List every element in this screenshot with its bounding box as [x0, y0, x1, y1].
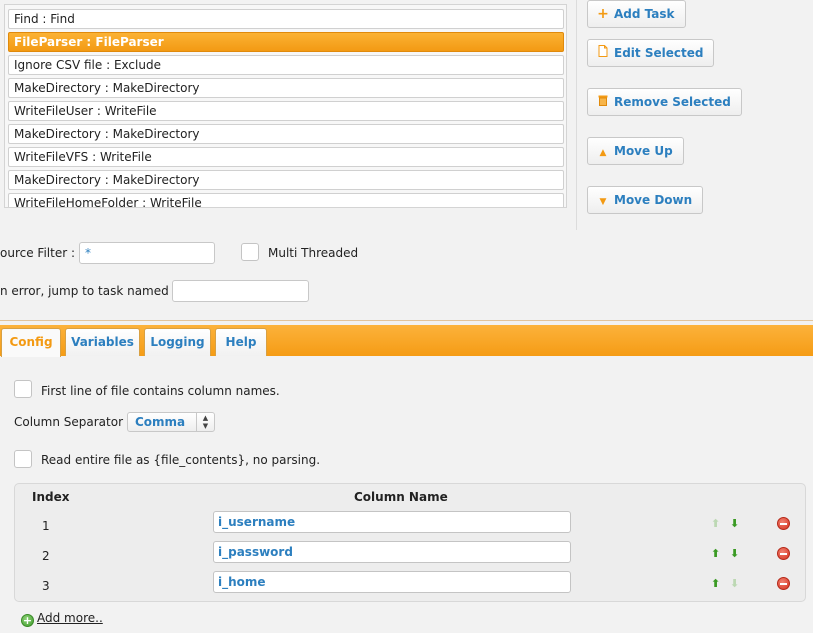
arrow-up-icon: ⬆ — [711, 517, 721, 530]
edit-selected-button[interactable]: Edit Selected — [587, 39, 715, 67]
task-item[interactable]: Ignore CSV file : Exclude — [8, 55, 564, 75]
tab-config[interactable]: Config — [1, 328, 61, 357]
move-up-button[interactable]: ▲ Move Up — [587, 137, 684, 165]
arrow-up-icon[interactable]: ⬆ — [711, 577, 720, 590]
task-item[interactable]: MakeDirectory : MakeDirectory — [8, 124, 564, 144]
add-more-link[interactable]: + Add more.. — [21, 611, 103, 627]
remove-selected-label: Remove Selected — [614, 95, 731, 109]
on-error-task-input[interactable] — [172, 280, 309, 302]
task-item[interactable]: MakeDirectory : MakeDirectory — [8, 170, 564, 190]
row-index: 3 — [42, 579, 50, 593]
read-entire-file-checkbox[interactable] — [14, 450, 32, 468]
multi-threaded-checkbox[interactable] — [241, 243, 259, 261]
arrow-down-icon[interactable]: ⬇ — [730, 517, 739, 530]
task-item[interactable]: WriteFileVFS : WriteFile — [8, 147, 564, 167]
delete-icon[interactable] — [777, 517, 790, 530]
column-name-header: Column Name — [354, 490, 448, 504]
read-entire-file-label: Read entire file as {file_contents}, no … — [41, 453, 321, 467]
task-item-selected[interactable]: FileParser : FileParser — [8, 32, 564, 52]
task-item[interactable]: MakeDirectory : MakeDirectory — [8, 78, 564, 98]
divider — [576, 0, 577, 230]
column-separator-label: Column Separator : — [14, 415, 131, 429]
tab-bar: Config Variables Logging Help — [0, 325, 813, 357]
move-down-label: Move Down — [614, 193, 693, 207]
remove-selected-button[interactable]: Remove Selected — [587, 88, 742, 116]
source-filter-label: ource Filter : — [0, 246, 75, 260]
multi-threaded-label: Multi Threaded — [268, 246, 359, 260]
add-task-button[interactable]: + Add Task — [587, 0, 686, 28]
column-name-input[interactable]: i_home — [213, 571, 571, 593]
delete-icon[interactable] — [777, 577, 790, 590]
edit-icon — [596, 40, 610, 66]
column-name-input[interactable]: i_username — [213, 511, 571, 533]
first-line-names-label: First line of file contains column names… — [41, 384, 280, 398]
source-filter-input[interactable]: * — [79, 242, 215, 264]
row-index: 2 — [42, 549, 50, 563]
move-down-button[interactable]: ▼ Move Down — [587, 186, 704, 214]
row-index: 1 — [42, 519, 50, 533]
arrow-down-icon: ⬇ — [730, 577, 740, 590]
task-item[interactable]: WriteFileUser : WriteFile — [8, 101, 564, 121]
column-name-input[interactable]: i_password — [213, 541, 571, 563]
tab-help[interactable]: Help — [215, 328, 267, 356]
index-header: Index — [32, 490, 70, 504]
plus-icon: + — [597, 6, 609, 22]
tab-variables[interactable]: Variables — [65, 328, 140, 356]
task-item[interactable]: Find : Find — [8, 9, 564, 29]
on-error-label: n error, jump to task named : — [0, 284, 177, 298]
arrow-down-icon[interactable]: ⬇ — [730, 547, 739, 560]
column-separator-select[interactable]: Comma ▲ ▼ — [127, 412, 215, 432]
divider — [0, 320, 813, 321]
select-arrows-icon: ▲ ▼ — [196, 413, 214, 431]
move-up-label: Move Up — [614, 144, 673, 158]
edit-selected-label: Edit Selected — [614, 46, 704, 60]
task-item[interactable]: WriteFileHomeFolder : WriteFile — [8, 193, 564, 207]
add-more-label: Add more.. — [37, 611, 103, 625]
arrow-up-icon[interactable]: ⬆ — [711, 547, 720, 560]
column-separator-value: Comma — [135, 415, 186, 429]
add-task-label: Add Task — [614, 7, 675, 21]
add-circle-icon: + — [21, 614, 34, 627]
caret-down-icon: ▼ — [599, 197, 607, 207]
task-list[interactable]: Find : Find FileParser : FileParser Igno… — [4, 4, 567, 208]
tab-logging[interactable]: Logging — [144, 328, 211, 356]
first-line-names-checkbox[interactable] — [14, 380, 32, 398]
delete-icon[interactable] — [777, 547, 790, 560]
trash-icon — [596, 89, 610, 115]
caret-up-icon: ▲ — [599, 148, 607, 158]
